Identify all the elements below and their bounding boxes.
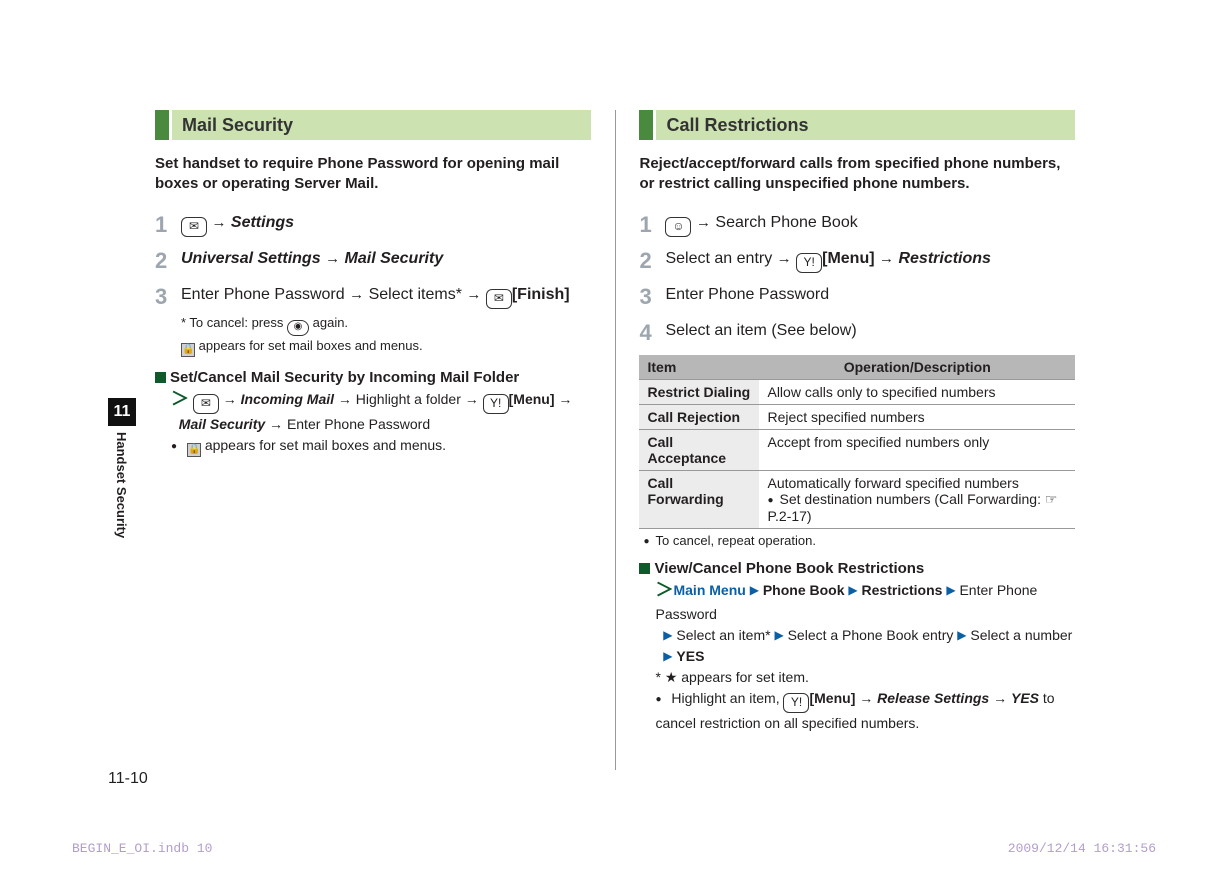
center-key-icon: ◉ bbox=[287, 320, 309, 336]
section-heading-call-restrictions: Call Restrictions bbox=[639, 110, 1075, 140]
mail-key-icon: ✉ bbox=[486, 289, 512, 309]
step-4: 4 Select an item (See below) bbox=[639, 319, 1075, 345]
mail-key-icon: ✉ bbox=[193, 394, 219, 414]
table-row: Restrict Dialing Allow calls only to spe… bbox=[639, 380, 1075, 405]
mail-key-icon: ✉ bbox=[181, 217, 207, 237]
chapter-number: 11 bbox=[108, 398, 136, 426]
step-2: 2 Universal Settings → Mail Security bbox=[155, 247, 591, 273]
subsection-head: Set/Cancel Mail Security by Incoming Mai… bbox=[155, 369, 591, 386]
step-1: 1 ☺ → Search Phone Book bbox=[639, 211, 1075, 237]
footer-timestamp: 2009/12/14 16:31:56 bbox=[1008, 841, 1156, 856]
step-3: 3 Enter Phone Password → Select items* →… bbox=[155, 283, 591, 357]
phonebook-key-icon: ☺ bbox=[665, 217, 691, 237]
table-header-item: Item bbox=[639, 355, 759, 380]
table-note: To cancel, repeat operation. bbox=[639, 528, 1075, 548]
table-row: Call Acceptance Accept from specified nu… bbox=[639, 430, 1075, 471]
column-divider bbox=[615, 110, 616, 770]
left-column: Mail Security Set handset to require Pho… bbox=[155, 110, 591, 770]
lock-icon: 🔒 bbox=[187, 443, 201, 457]
table-row: Call Forwarding Automatically forward sp… bbox=[639, 471, 1075, 529]
page-number: 11-10 bbox=[108, 770, 148, 788]
lock-icon: 🔒 bbox=[181, 343, 195, 357]
right-column: Call Restrictions Reject/accept/forward … bbox=[639, 110, 1075, 770]
cancel-note: Highlight an item, Y![Menu] → Release Se… bbox=[639, 688, 1075, 734]
subsection-head: View/Cancel Phone Book Restrictions bbox=[639, 560, 1075, 577]
intro-text: Reject/accept/forward calls from specifi… bbox=[639, 154, 1075, 195]
chapter-label: Handset Security bbox=[108, 426, 129, 538]
side-tab: 11 Handset Security bbox=[108, 398, 136, 538]
table-row: Call Rejection Reject specified numbers bbox=[639, 405, 1075, 430]
star-note: * ★ appears for set item. bbox=[639, 667, 1075, 688]
heading-text: Call Restrictions bbox=[656, 110, 1075, 140]
table-header-desc: Operation/Description bbox=[759, 355, 1075, 380]
breadcrumb-path: ＞Main Menu ▶ Phone Book ▶ Restrictions ▶… bbox=[639, 577, 1075, 667]
intro-text: Set handset to require Phone Password fo… bbox=[155, 154, 591, 195]
page-content: Mail Security Set handset to require Pho… bbox=[155, 110, 1075, 790]
footer-filename: BEGIN_E_OI.indb 10 bbox=[72, 841, 212, 856]
y-key-icon: Y! bbox=[483, 394, 509, 414]
heading-text: Mail Security bbox=[172, 110, 591, 140]
y-key-icon: Y! bbox=[796, 253, 822, 273]
step-1: 1 ✉ → Settings bbox=[155, 211, 591, 237]
y-key-icon: Y! bbox=[783, 693, 809, 713]
step-2: 2 Select an entry → Y![Menu] → Restricti… bbox=[639, 247, 1075, 273]
restrictions-table: Item Operation/Description Restrict Dial… bbox=[639, 355, 1075, 528]
subsection-body: ＞ ✉ → Incoming Mail → Highlight a folder… bbox=[155, 386, 591, 435]
section-heading-mail-security: Mail Security bbox=[155, 110, 591, 140]
step-3: 3 Enter Phone Password bbox=[639, 283, 1075, 309]
